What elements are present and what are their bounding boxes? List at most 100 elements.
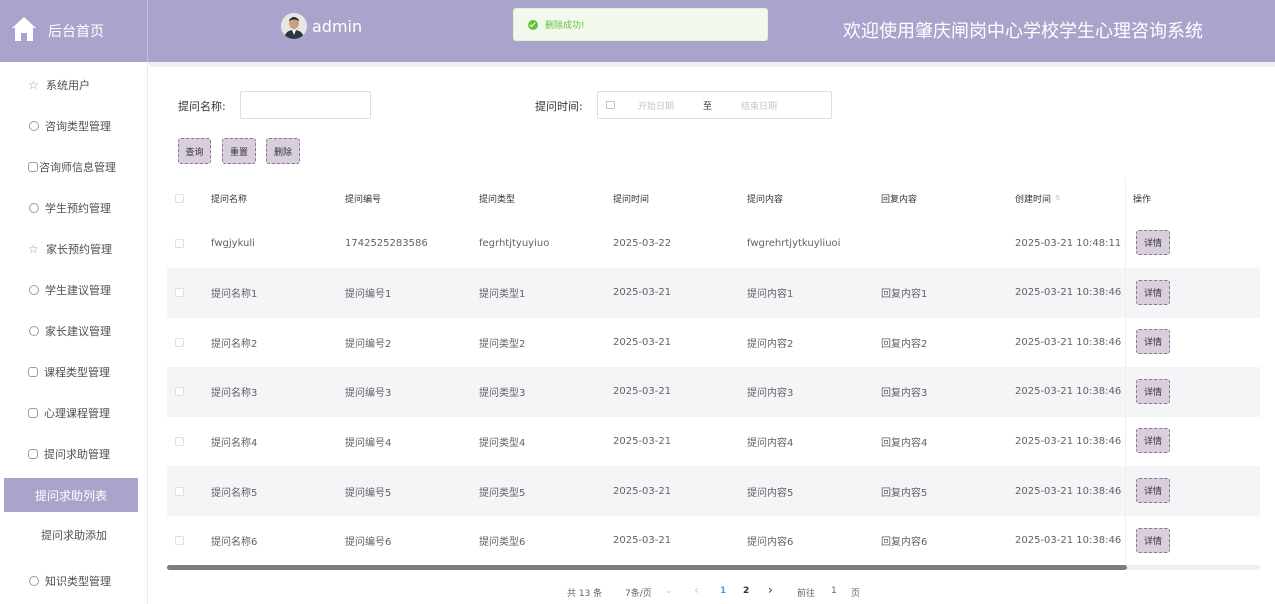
horizontal-scrollbar[interactable] xyxy=(167,565,1260,570)
table-cell: 2025-03-21 10:38:46 xyxy=(1015,435,1122,447)
table-row[interactable]: 提问名称6 提问编号6 提问类型6 2025-03-21 提问内容6 回复内容6 2025-… xyxy=(167,515,1260,566)
row-checkbox[interactable] xyxy=(175,486,184,496)
detail-button[interactable]: 详情 xyxy=(1136,329,1170,355)
table-cell: 回复内容4 xyxy=(881,437,928,449)
table-header: 提问名称 提问编号 提问类型 提问时间 提问内容 回复内容 创建时间 ⇅ 操作 xyxy=(167,178,1260,218)
row-checkbox[interactable] xyxy=(175,387,184,397)
table-cell: 2025-03-22 xyxy=(613,237,672,249)
table-row[interactable]: 提问名称2 提问编号2 提问类型2 2025-03-21 提问内容2 回复内容2 2025-… xyxy=(167,317,1260,368)
home-link[interactable]: 后台首页 xyxy=(0,0,148,62)
sidebar-item-label: 知识类型管理 xyxy=(45,575,111,588)
table-cell: fwgrehrtjytkuyliuoi xyxy=(747,237,841,249)
table-cell: 提问名称3 xyxy=(211,388,258,400)
table-cell: 提问类型6 xyxy=(479,537,526,549)
table-cell: fegrhtjtyuyiuo xyxy=(479,237,550,249)
sidebar-item-question-help[interactable]: 提问求助管理 xyxy=(0,439,148,469)
column-header: 回复内容 xyxy=(881,194,918,205)
table-cell: 提问名称5 xyxy=(211,487,258,499)
column-header: 提问类型 xyxy=(479,194,516,205)
check-circle-icon xyxy=(528,19,538,30)
home-icon xyxy=(12,17,36,41)
prev-page-button[interactable]: ‹ xyxy=(694,583,699,597)
reset-button[interactable]: 重置 xyxy=(222,138,256,164)
table-cell: 提问编号4 xyxy=(345,437,392,449)
table-row[interactable]: 提问名称4 提问编号4 提问类型4 2025-03-21 提问内容4 回复内容4 2025-… xyxy=(167,416,1260,467)
success-toast: 删除成功! xyxy=(513,8,768,41)
sidebar-item-student-suggestions[interactable]: 学生建议管理 xyxy=(0,275,148,305)
pagination: 共 13 条 7条/页 ⌄ ‹ 1 2 › 前往 1 页 xyxy=(149,580,1275,604)
start-date-placeholder[interactable]: 开始日期 xyxy=(638,99,674,112)
sidebar-item-label: 心理课程管理 xyxy=(44,407,110,420)
table-cell: 提问内容1 xyxy=(747,289,794,301)
table-row[interactable]: 提问名称5 提问编号5 提问类型5 2025-03-21 提问内容5 回复内容5 2025-… xyxy=(167,466,1260,516)
table-cell: 回复内容6 xyxy=(881,537,928,549)
page-size-select[interactable]: 7条/页 xyxy=(625,586,652,599)
row-checkbox[interactable] xyxy=(175,288,184,298)
end-date-placeholder[interactable]: 结束日期 xyxy=(741,99,777,112)
sidebar-item-consult-types[interactable]: 咨询类型管理 xyxy=(0,111,148,141)
sort-icon[interactable]: ⇅ xyxy=(1055,194,1061,202)
sidebar-item-knowledge-types[interactable]: 知识类型管理 xyxy=(0,566,148,596)
table-cell: 提问内容3 xyxy=(747,388,794,400)
table-cell: 提问编号6 xyxy=(345,537,392,549)
detail-button[interactable]: 详情 xyxy=(1136,378,1170,404)
date-range-picker[interactable]: 开始日期 至 结束日期 xyxy=(597,91,832,119)
row-checkbox[interactable] xyxy=(175,536,184,546)
detail-button[interactable]: 详情 xyxy=(1136,230,1170,255)
row-checkbox[interactable] xyxy=(175,238,184,248)
table-cell: 2025-03-21 10:38:46 xyxy=(1015,386,1122,398)
sidebar-item-label: 提问求助添加 xyxy=(41,529,107,542)
table-cell: 2025-03-21 xyxy=(613,287,672,299)
table-cell: 回复内容5 xyxy=(881,487,928,499)
sidebar-item-parent-suggestions[interactable]: 家长建议管理 xyxy=(0,316,148,346)
table-cell: 2025-03-21 xyxy=(613,336,672,348)
detail-button[interactable]: 详情 xyxy=(1136,527,1170,553)
sidebar-item-label: 课程类型管理 xyxy=(44,366,110,379)
sidebar-item-psych-courses[interactable]: 心理课程管理 xyxy=(0,398,148,428)
table-cell: 提问编号1 xyxy=(345,289,392,301)
sidebar-item-student-appointments[interactable]: 学生预约管理 xyxy=(0,193,148,223)
sidebar-item-question-list[interactable]: 提问求助列表 xyxy=(4,478,138,512)
table-row[interactable]: fwgjykuli 1742525283586 fegrhtjtyuyiuo 2025… xyxy=(167,218,1260,268)
goto-page-input[interactable]: 1 xyxy=(831,586,837,596)
sidebar-item-label: 家长建议管理 xyxy=(45,325,111,338)
next-page-button[interactable]: › xyxy=(768,583,773,597)
sidebar-item-question-add[interactable]: 提问求助添加 xyxy=(0,520,148,550)
column-header: 提问内容 xyxy=(747,194,784,205)
query-button[interactable]: 查询 xyxy=(178,138,211,164)
created-time-header[interactable]: 创建时间 ⇅ xyxy=(1015,178,1061,218)
timer-icon xyxy=(29,326,39,336)
table-row[interactable]: 提问名称1 提问编号1 提问类型1 2025-03-21 提问内容1 回复内容1 2025-… xyxy=(167,267,1260,318)
table-cell: 2025-03-21 xyxy=(613,435,672,447)
select-all-checkbox[interactable] xyxy=(175,193,184,203)
sidebar-item-label: 学生预约管理 xyxy=(45,202,111,215)
calendar-check-icon xyxy=(28,367,38,377)
timer-icon xyxy=(29,121,39,131)
refresh-icon xyxy=(29,203,39,213)
column-header: 提问编号 xyxy=(345,194,382,205)
page-1[interactable]: 1 xyxy=(720,586,726,596)
detail-button[interactable]: 详情 xyxy=(1136,279,1170,305)
detail-button[interactable]: 详情 xyxy=(1136,478,1170,503)
row-checkbox[interactable] xyxy=(175,337,184,347)
scrollbar-thumb[interactable] xyxy=(167,565,1127,570)
chevron-down-icon[interactable]: ⌄ xyxy=(665,586,673,596)
sidebar: ☆ 系统用户 咨询类型管理 咨询师信息管理 学生预约管理 ☆ 家长预约管理 学生… xyxy=(0,62,148,604)
table-row[interactable]: 提问名称3 提问编号3 提问类型3 2025-03-21 提问内容3 回复内容3 2025-… xyxy=(167,366,1260,417)
sidebar-item-parent-appointments[interactable]: ☆ 家长预约管理 xyxy=(0,234,148,264)
delete-button[interactable]: 删除 xyxy=(266,138,300,164)
table-cell: 提问内容2 xyxy=(747,338,794,350)
user-menu[interactable]: admin xyxy=(281,13,362,39)
sidebar-item-system-users[interactable]: ☆ 系统用户 xyxy=(0,70,148,100)
row-checkbox[interactable] xyxy=(175,436,184,446)
sidebar-item-counselors[interactable]: 咨询师信息管理 xyxy=(0,152,148,182)
top-header: 后台首页 admin 删除成功! 欢迎使用肇庆闸岗中心学校学生心理咨询系统 xyxy=(0,0,1275,62)
username: admin xyxy=(312,16,363,36)
detail-button[interactable]: 详情 xyxy=(1136,428,1170,454)
table-cell: 1742525283586 xyxy=(345,237,428,249)
compass-icon xyxy=(29,285,39,295)
page-2[interactable]: 2 xyxy=(743,586,749,596)
table-cell: 2025-03-21 10:38:46 xyxy=(1015,336,1122,348)
question-name-input[interactable] xyxy=(240,91,371,119)
sidebar-item-course-types[interactable]: 课程类型管理 xyxy=(0,357,148,387)
